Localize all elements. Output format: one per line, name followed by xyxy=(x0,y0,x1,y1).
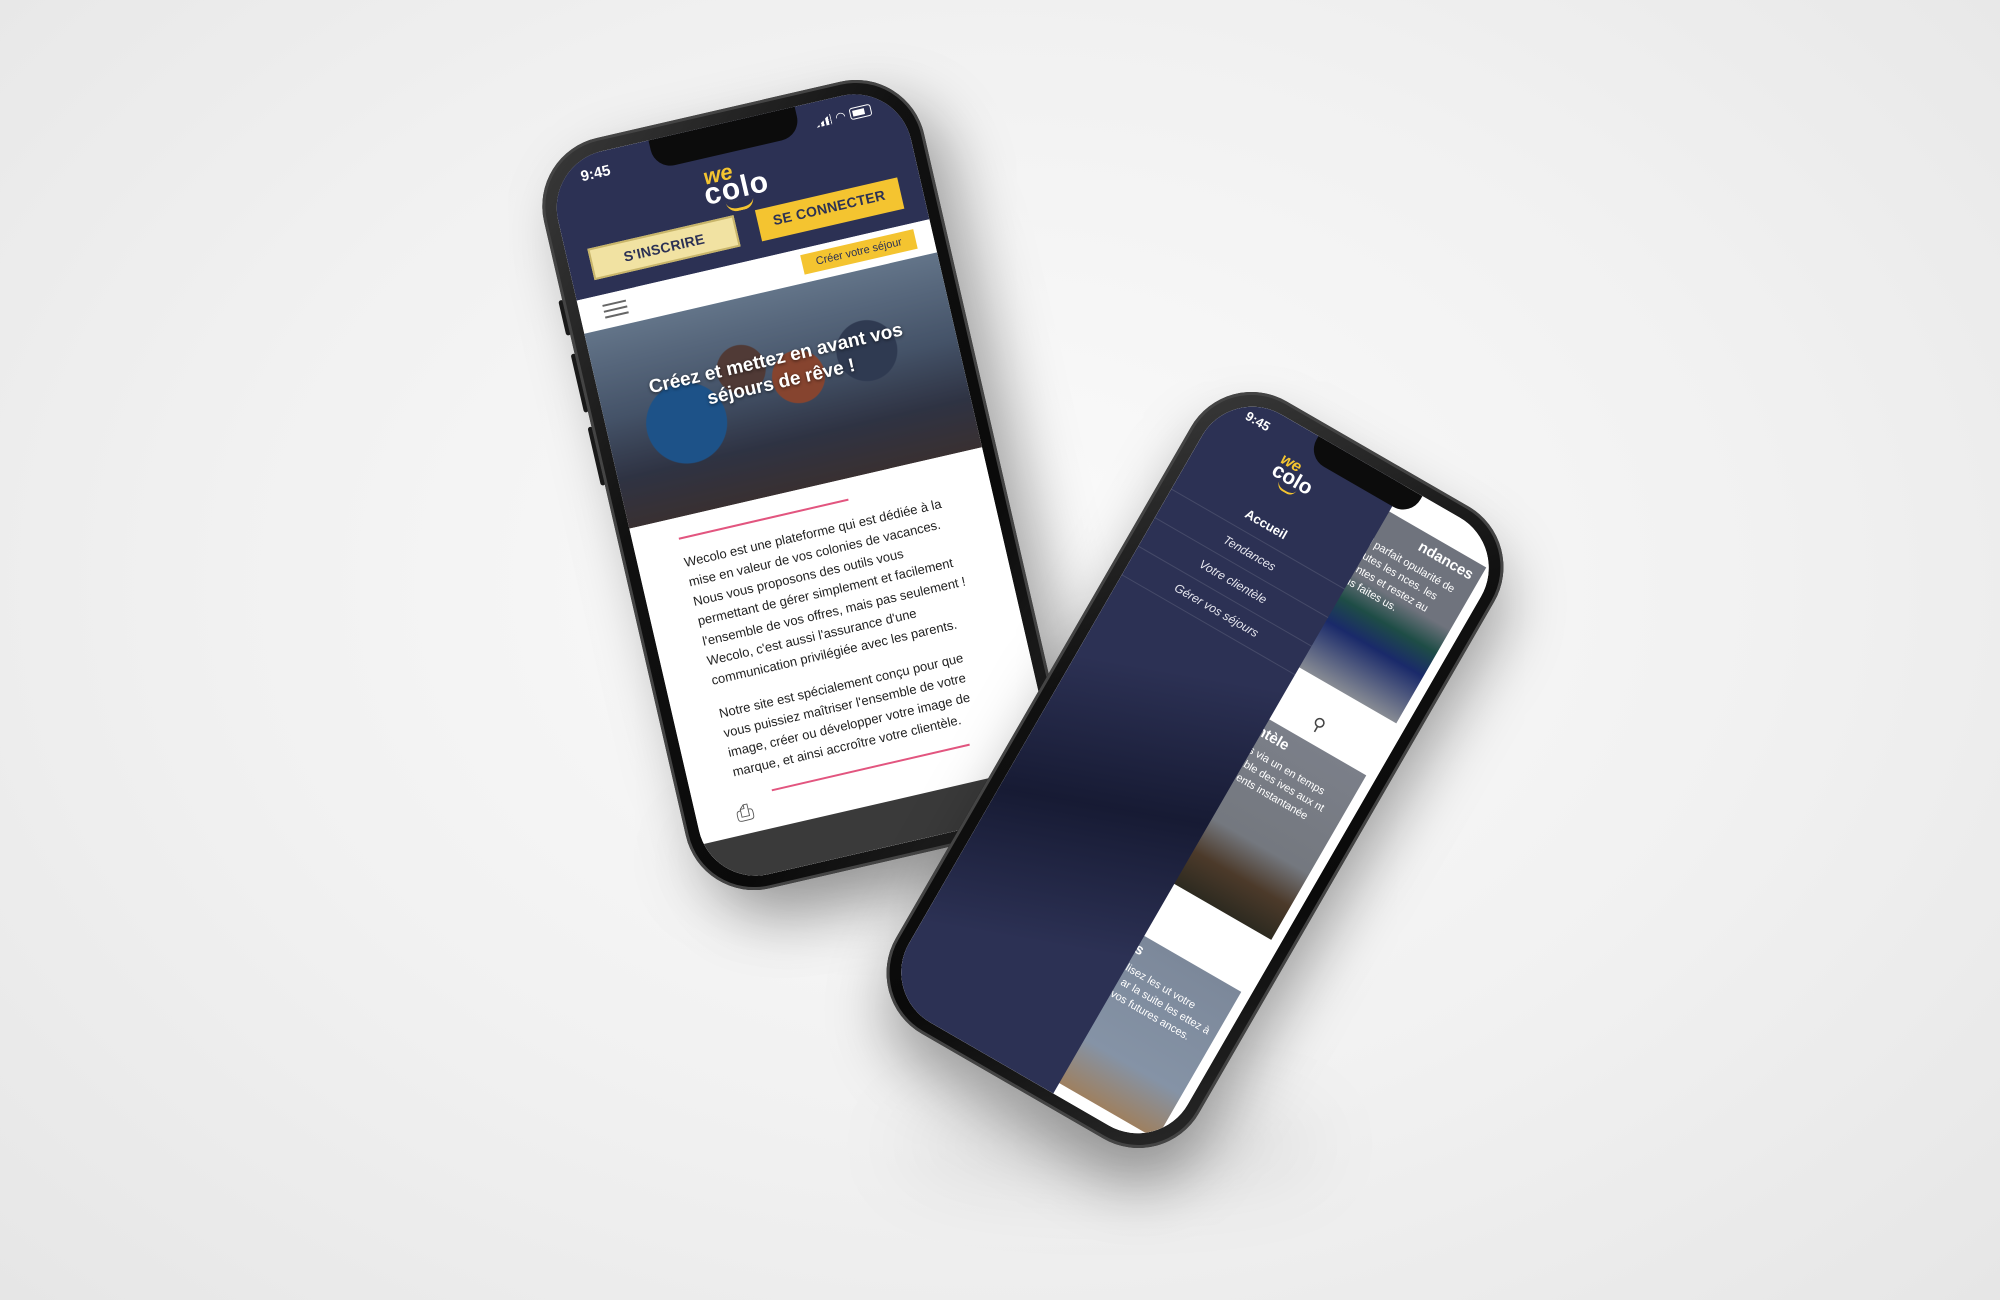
hamburger-menu-icon[interactable] xyxy=(602,299,629,323)
mockup-stage: 9:45 ◠ we colo S'INSCRIRE SE CONNECTER C… xyxy=(0,0,2000,1300)
wifi-icon: ◠ xyxy=(834,108,847,125)
status-icons: ◠ xyxy=(814,103,873,130)
status-time: 9:45 xyxy=(578,161,613,185)
phone-screen: 9:45 ◠ we colo S'INSCRIRE SE CONNECTER C… xyxy=(545,82,1065,888)
camera-icon: ⎙ xyxy=(733,798,757,827)
signal-icon xyxy=(814,113,832,127)
battery-icon xyxy=(848,103,873,121)
bike-icon: ⚲ xyxy=(1307,712,1330,737)
